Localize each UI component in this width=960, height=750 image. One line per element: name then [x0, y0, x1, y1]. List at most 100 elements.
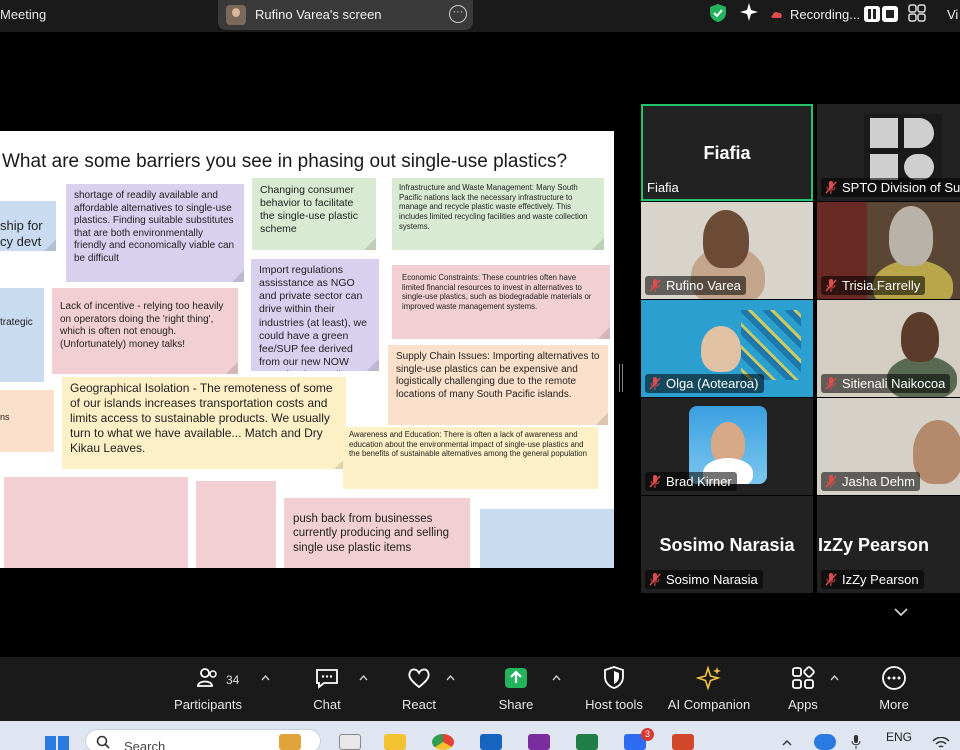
language-indicator[interactable]: ENG: [886, 730, 912, 744]
sticky-note: [480, 509, 614, 568]
sticky-note: push back from businesses currently prod…: [284, 498, 470, 568]
app-icon[interactable]: [339, 734, 361, 750]
participant-name-label: Sosimo Narasia: [645, 570, 763, 589]
host-tools-button[interactable]: Host tools: [580, 665, 648, 717]
participant-video: [901, 312, 939, 362]
ai-companion-button[interactable]: AI Companion: [664, 665, 754, 717]
react-button[interactable]: React: [396, 665, 442, 717]
chevron-down-icon[interactable]: [894, 607, 908, 617]
mic-muted-icon: [649, 279, 661, 292]
file-explorer-icon[interactable]: [384, 734, 406, 750]
participant-name-label: Sitienali Naikocoa: [821, 374, 951, 393]
ai-sparkle-icon[interactable]: [739, 2, 759, 22]
mic-muted-icon: [825, 475, 837, 488]
more-options-icon[interactable]: ···: [449, 5, 467, 23]
apps-button[interactable]: Apps: [782, 665, 824, 717]
screen-share-indicator[interactable]: Rufino Varea's screen ···: [218, 0, 473, 30]
participant-tile[interactable]: Jasha Dehm: [817, 398, 960, 495]
sticky-note: shortage of readily available and afford…: [66, 184, 244, 282]
participant-display-name: IzZy Pearson: [818, 535, 930, 555]
chevron-up-icon[interactable]: [552, 675, 561, 681]
mic-muted-icon: [825, 573, 837, 586]
apps-label: Apps: [788, 697, 818, 712]
participants-icon: [197, 668, 217, 687]
onenote-icon[interactable]: [528, 734, 550, 750]
participants-label: Participants: [174, 697, 242, 712]
outlook-icon[interactable]: [480, 734, 502, 750]
windows-start-icon[interactable]: [44, 734, 70, 750]
chrome-icon[interactable]: [432, 734, 454, 750]
microphone-icon[interactable]: [851, 735, 861, 749]
sticky-note: Infrastructure and Waste Management: Man…: [392, 178, 604, 250]
participant-name-label: Trisia.Farrelly: [821, 276, 926, 295]
more-label: More: [879, 697, 909, 712]
chevron-up-icon[interactable]: [359, 675, 368, 681]
more-button[interactable]: More: [872, 665, 916, 717]
recording-cloud-icon: [771, 11, 782, 18]
chevron-up-icon[interactable]: [782, 740, 792, 746]
participant-tile[interactable]: SPTO Division of Su: [817, 104, 960, 201]
heart-icon: [408, 668, 430, 689]
chat-label: Chat: [313, 697, 341, 712]
pause-recording-button[interactable]: [864, 6, 880, 22]
participant-name-label: Jasha Dehm: [821, 472, 920, 491]
presenter-avatar: [226, 5, 246, 25]
security-shield-icon[interactable]: [708, 3, 728, 23]
zoom-meeting-window: Meeting Rufino Varea's screen ··· Record…: [0, 0, 960, 750]
participant-display-name: Sosimo Narasia: [659, 535, 795, 555]
chevron-up-icon[interactable]: [261, 675, 270, 681]
sticky-note: ns: [0, 390, 54, 452]
windows-taskbar: Search 3 ENG: [0, 721, 960, 750]
slide-title: What are some barriers you see in phasin…: [2, 151, 568, 172]
organization-logo: [864, 114, 942, 184]
share-icon: [505, 668, 527, 688]
share-screen-button[interactable]: Share: [494, 665, 538, 717]
split-resize-handle[interactable]: [619, 364, 623, 392]
sticky-note: Supply Chain Issues: Importing alternati…: [388, 345, 608, 425]
wifi-icon[interactable]: [932, 737, 950, 749]
participant-tile[interactable]: Trisia.Farrelly: [817, 202, 960, 299]
more-icon: [882, 666, 906, 690]
participant-tile[interactable]: IzZy Pearson IzZy Pearson: [817, 496, 960, 593]
mic-muted-icon: [825, 377, 837, 390]
participant-name-label: Brad Kirner: [645, 472, 737, 491]
participant-name-label: Olga (Aotearoa): [645, 374, 764, 393]
ai-companion-label: AI Companion: [667, 697, 751, 712]
stop-recording-button[interactable]: [882, 6, 898, 22]
participant-video: [703, 210, 749, 268]
chat-button[interactable]: Chat: [306, 665, 348, 717]
participant-tile[interactable]: Olga (Aotearoa): [641, 300, 813, 397]
mic-muted-icon: [825, 279, 837, 292]
sticky-note: Awareness and Education: There is often …: [343, 427, 598, 489]
mic-muted-icon: [649, 377, 661, 390]
chevron-up-icon[interactable]: [446, 675, 455, 681]
participant-tile[interactable]: Rufino Varea: [641, 202, 813, 299]
participant-tile[interactable]: Fiafia Fiafia: [641, 104, 813, 201]
participant-tile[interactable]: Sosimo Narasia Sosimo Narasia: [641, 496, 813, 593]
gallery-grid-icon[interactable]: [908, 4, 926, 22]
participant-video: [889, 206, 933, 266]
participant-video: [701, 326, 741, 372]
excel-icon[interactable]: [576, 734, 598, 750]
top-bar: Meeting Rufino Varea's screen ··· Record…: [0, 0, 960, 32]
cloud-icon[interactable]: [814, 734, 836, 750]
powerpoint-icon[interactable]: [672, 734, 694, 750]
chevron-up-icon[interactable]: [830, 675, 839, 681]
shared-slide: What are some barriers you see in phasin…: [0, 131, 614, 568]
sticky-note: [196, 481, 276, 568]
participant-tile[interactable]: Brad Kirner: [641, 398, 813, 495]
share-label: Share: [498, 697, 534, 712]
sticky-note: ship for cy devt: [0, 201, 56, 251]
participant-name-label: Rufino Varea: [645, 276, 746, 295]
briefcase-app-icon[interactable]: [279, 734, 301, 750]
mic-muted-icon: [649, 573, 661, 586]
participant-video: [913, 420, 960, 484]
meeting-title: Meeting: [0, 7, 47, 22]
participant-tile[interactable]: Sitienali Naikocoa: [817, 300, 960, 397]
participants-count: 34: [226, 673, 240, 687]
view-menu-label[interactable]: Vi: [947, 7, 958, 22]
react-label: React: [402, 697, 436, 712]
mic-muted-icon: [825, 181, 837, 194]
sticky-note: Geographical Isolation - The remoteness …: [62, 377, 346, 469]
sticky-note: Changing consumer behavior to facilitate…: [252, 178, 376, 250]
